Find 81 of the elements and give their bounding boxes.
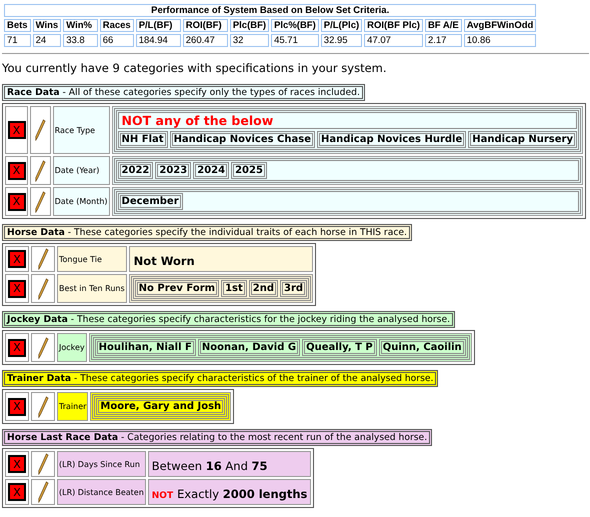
column-header: Bets <box>4 19 31 32</box>
section-heading: Horse Last Race Data - Categories relating to the most recent run of the analysed horse. <box>2 429 432 446</box>
summary-text: You currently have 9 categories with specifications in your system. <box>2 61 388 75</box>
value-chip: 2022 <box>118 162 154 179</box>
pencil-icon[interactable] <box>37 453 49 475</box>
value-text: Between 16 And 75 <box>152 458 268 472</box>
delete-button[interactable]: X <box>8 192 26 210</box>
pencil-icon[interactable] <box>37 481 49 503</box>
delete-button[interactable]: X <box>8 250 26 268</box>
column-header: Plc%(BF) <box>271 19 319 32</box>
value-text: Exactly 2000 lengths <box>177 486 308 500</box>
section-heading: Race Data - All of these categories specify only the types of races included. <box>2 84 365 101</box>
value-chip: Noonan, David G <box>198 339 300 356</box>
value-chip: 2nd <box>248 280 278 297</box>
delete-button[interactable]: X <box>8 338 26 356</box>
delete-button[interactable]: X <box>8 483 26 501</box>
column-header: ROI(BF) <box>182 19 228 32</box>
category-label: (LR) Days Since Run <box>57 451 146 477</box>
category-label: Date (Month) <box>52 187 110 216</box>
table-cell: 47.07 <box>364 34 423 47</box>
column-header: ROI(BF Plc) <box>364 19 423 32</box>
category-label: Best in Ten Runs <box>57 274 127 303</box>
table-title: Performance of System Based on Below Set Criteria. <box>4 4 536 17</box>
table-cell: 10.86 <box>464 34 536 47</box>
section-heading: Jockey Data - These categories specify characteristics for the jockey riding the analysed horse. <box>2 311 456 328</box>
value-text: Not Worn <box>132 254 196 268</box>
category-label: (LR) Distance Beaten <box>57 479 146 505</box>
category-label: Trainer <box>57 392 88 421</box>
column-header: AvgBFWinOdd <box>464 19 536 32</box>
delete-button[interactable]: X <box>8 455 26 473</box>
pencil-icon[interactable] <box>37 278 49 300</box>
column-header: Races <box>100 19 134 32</box>
pencil-icon[interactable] <box>34 160 46 182</box>
table-cell: 260.47 <box>182 34 228 47</box>
pencil-icon[interactable] <box>34 190 46 212</box>
value-chip: Houlihan, Niall F <box>94 339 196 356</box>
table-cell: 2.17 <box>424 34 462 47</box>
column-header: Wins <box>32 19 62 32</box>
value-chip: December <box>118 193 183 210</box>
category-label: Race Type <box>52 106 110 154</box>
value-chip: Moore, Gary and Josh <box>96 398 226 415</box>
category-label: Date (Year) <box>52 156 110 185</box>
category-label: Jockey <box>57 333 87 362</box>
value-chip: Queally, T P <box>302 339 377 356</box>
table-cell: 71 <box>4 34 31 47</box>
table-cell: 184.94 <box>136 34 181 47</box>
value-chip: Handicap Novices Chase <box>170 131 315 148</box>
section-heading: Trainer Data - These categories specify characteristics of the trainer of the analysed horse. <box>2 370 438 387</box>
value-chip: 2024 <box>193 162 230 179</box>
column-header: P/L(BF) <box>136 19 181 32</box>
table-cell: 66 <box>100 34 134 47</box>
table-cell: 32 <box>230 34 270 47</box>
delete-button[interactable]: X <box>8 121 26 139</box>
column-header: Plc(BF) <box>230 19 270 32</box>
value-chip: 2023 <box>155 162 192 179</box>
column-header: Win% <box>63 19 98 32</box>
column-header: P/L(Plc) <box>320 19 362 32</box>
value-chip: Quinn, Caoilin <box>378 339 466 356</box>
pencil-icon[interactable] <box>34 119 46 141</box>
column-header: BF A/E <box>424 19 462 32</box>
value-chip: NH Flat <box>118 131 168 148</box>
table-cell: 24 <box>32 34 62 47</box>
category-label: Tongue Tie <box>57 246 127 272</box>
table-cell: 32.95 <box>320 34 362 47</box>
value-chip: No Prev Form <box>134 280 220 297</box>
section-heading: Horse Data - These categories specify the individual traits of each horse in THIS race. <box>2 224 412 241</box>
value-chip: Handicap Novices Hurdle <box>316 131 466 148</box>
value-chip: 3rd <box>280 280 308 297</box>
pencil-icon[interactable] <box>37 336 49 358</box>
negation-heading: NOT any of the below <box>118 112 577 129</box>
negation-label: NOT <box>152 490 174 500</box>
delete-button[interactable]: X <box>8 398 26 416</box>
delete-button[interactable]: X <box>8 162 26 180</box>
value-chip: Handicap Nursery <box>468 131 577 148</box>
table-cell: 33.8 <box>63 34 98 47</box>
value-chip: 2025 <box>231 162 267 179</box>
delete-button[interactable]: X <box>8 280 26 298</box>
value-chip: 1st <box>221 280 247 297</box>
table-cell: 45.71 <box>271 34 319 47</box>
pencil-icon[interactable] <box>37 396 49 418</box>
pencil-icon[interactable] <box>37 248 49 270</box>
